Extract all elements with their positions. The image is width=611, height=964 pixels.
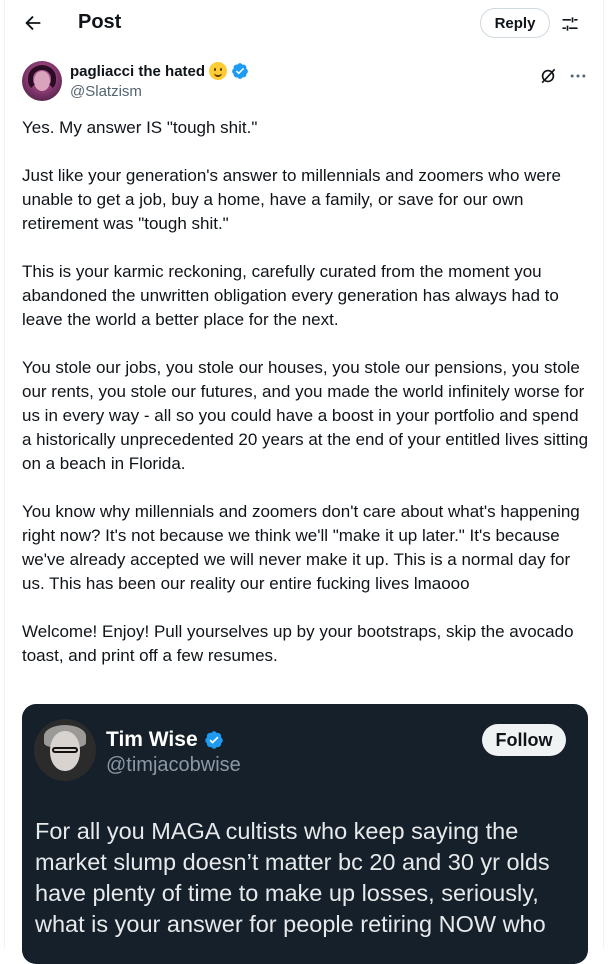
author-avatar[interactable] <box>22 61 62 101</box>
sliders-icon[interactable] <box>560 14 580 34</box>
more-dots-icon[interactable] <box>568 66 588 86</box>
follow-button: Follow <box>482 724 566 756</box>
page-title: Post <box>78 11 122 33</box>
post-paragraph: Yes. My answer IS "tough shit." <box>22 118 258 137</box>
post-paragraph: This is your karmic reckoning, carefully… <box>22 262 564 329</box>
avatar-glasses <box>52 747 78 753</box>
grok-icon[interactable] <box>538 66 558 86</box>
avatar-hair <box>28 65 56 91</box>
quoted-post-image[interactable]: Tim Wise @timjacobwise Follow For all yo… <box>22 704 588 964</box>
post-paragraph: Welcome! Enjoy! Pull yourselves up by yo… <box>22 622 579 665</box>
post-paragraph: You stole our jobs, you stole our houses… <box>22 358 593 473</box>
verified-badge-icon <box>232 63 248 79</box>
quoted-author-handle: @timjacobwise <box>106 754 241 776</box>
author-name-row: pagliacci the hated <box>70 62 249 80</box>
post-paragraph: You know why millennials and zoomers don… <box>22 502 585 593</box>
quoted-name-row: Tim Wise <box>106 728 224 752</box>
arrow-left-icon[interactable] <box>22 12 44 34</box>
reply-button[interactable]: Reply <box>480 8 550 38</box>
quoted-author-name: Tim Wise <box>106 728 198 751</box>
post-paragraph: Just like your generation's answer to mi… <box>22 166 566 233</box>
verified-badge-icon <box>204 731 223 749</box>
post-header: Post Reply <box>0 0 611 48</box>
quoted-author-avatar <box>34 719 96 781</box>
quoted-post-text: For all you MAGA cultists who keep sayin… <box>35 818 550 937</box>
author-name[interactable]: pagliacci the hated <box>70 63 205 80</box>
author-handle[interactable]: @Slatzism <box>70 83 142 100</box>
slightly-smiling-face-icon <box>209 62 228 80</box>
post-body: Yes. My answer IS "tough shit." Just lik… <box>22 116 592 692</box>
